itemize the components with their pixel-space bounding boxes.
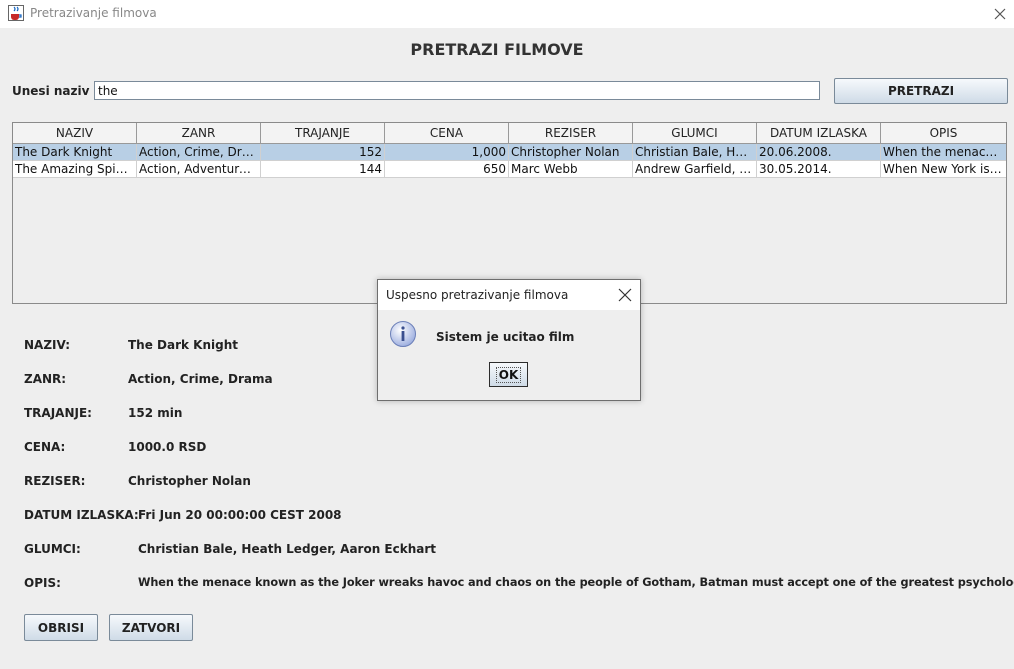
glumci-value: Christian Bale, Heath Ledger, Aaron Eckh… xyxy=(138,542,437,556)
cena-label: CENA: xyxy=(24,440,66,454)
column-header-reziser[interactable]: REZISER xyxy=(509,123,633,143)
table-row[interactable]: The Amazing Spider... Action, Adventure,… xyxy=(13,161,1006,178)
dialog-titlebar: Uspesno pretrazivanje filmova xyxy=(378,280,640,310)
column-header-trajanje[interactable]: TRAJANJE xyxy=(261,123,385,143)
column-header-opis[interactable]: OPIS xyxy=(881,123,1006,143)
ok-button-label: OK xyxy=(495,366,522,383)
delete-button[interactable]: OBRISI xyxy=(24,614,98,641)
table-cell: 144 xyxy=(261,161,385,177)
opis-value: When the menace known as the Joker wreak… xyxy=(138,576,1014,589)
movies-table[interactable]: NAZIV ZANR TRAJANJE CENA REZISER GLUMCI … xyxy=(12,122,1007,304)
column-header-glumci[interactable]: GLUMCI xyxy=(633,123,757,143)
trajanje-label: TRAJANJE: xyxy=(24,406,92,420)
cena-value: 1000.0 RSD xyxy=(128,440,207,454)
table-cell: Action, Adventure, S... xyxy=(139,161,261,177)
table-cell: 152 xyxy=(261,144,385,160)
table-cell: When New York is p... xyxy=(883,162,1006,176)
reziser-value: Christopher Nolan xyxy=(128,474,251,488)
table-row[interactable]: The Dark Knight Action, Crime, Drama 152… xyxy=(13,144,1006,161)
table-cell: 1,000 xyxy=(385,144,509,160)
table-cell: The Amazing Spider... xyxy=(15,161,137,177)
table-cell: Andrew Garfield, Em... xyxy=(635,161,757,177)
naziv-value: The Dark Knight xyxy=(128,338,239,352)
table-cell: When the menace k... xyxy=(883,145,1006,159)
column-header-zanr[interactable]: ZANR xyxy=(137,123,261,143)
table-cell: 650 xyxy=(385,161,509,177)
column-header-cena[interactable]: CENA xyxy=(385,123,509,143)
table-cell: Christopher Nolan xyxy=(509,144,633,160)
opis-label: OPIS: xyxy=(24,576,61,590)
ok-button[interactable]: OK xyxy=(489,362,528,387)
page-heading: PRETRAZI FILMOVE xyxy=(410,40,584,59)
close-icon[interactable] xyxy=(986,0,1014,28)
search-button[interactable]: PRETRAZI xyxy=(834,78,1008,104)
reziser-label: REZISER: xyxy=(24,474,86,488)
table-header: NAZIV ZANR TRAJANJE CENA REZISER GLUMCI … xyxy=(13,123,1006,144)
datum-izlaska-label: DATUM IZLASKA: xyxy=(24,508,139,522)
datum-izlaska-value: Fri Jun 20 00:00:00 CEST 2008 xyxy=(138,508,342,522)
message-dialog: Uspesno pretrazivanje filmova Sistem je … xyxy=(377,279,641,401)
search-label: Unesi naziv xyxy=(12,84,90,98)
zanr-label: ZANR: xyxy=(24,372,67,386)
window-title: Pretrazivanje filmova xyxy=(30,6,157,20)
table-cell: The Dark Knight xyxy=(13,144,137,160)
trajanje-value: 152 min xyxy=(128,406,183,420)
search-input[interactable] xyxy=(94,81,820,100)
dialog-title: Uspesno pretrazivanje filmova xyxy=(386,288,569,302)
zanr-value: Action, Crime, Drama xyxy=(128,372,273,386)
column-header-naziv[interactable]: NAZIV xyxy=(13,123,137,143)
column-header-datum[interactable]: DATUM IZLASKA xyxy=(757,123,881,143)
table-cell: Marc Webb xyxy=(509,161,633,177)
window-titlebar: Pretrazivanje filmova xyxy=(0,0,1014,28)
glumci-label: GLUMCI: xyxy=(24,542,81,556)
close-icon[interactable] xyxy=(616,286,634,304)
dialog-message: Sistem je ucitao film xyxy=(436,330,575,344)
table-cell: Action, Crime, Drama xyxy=(139,144,261,160)
info-icon xyxy=(390,321,416,347)
naziv-label: NAZIV: xyxy=(24,338,71,352)
close-button[interactable]: ZATVORI xyxy=(109,614,193,641)
table-cell: 20.06.2008. xyxy=(757,144,881,160)
table-cell: 30.05.2014. xyxy=(757,161,881,177)
table-cell: Christian Bale, Heat... xyxy=(635,144,757,160)
java-cup-icon xyxy=(8,5,24,21)
